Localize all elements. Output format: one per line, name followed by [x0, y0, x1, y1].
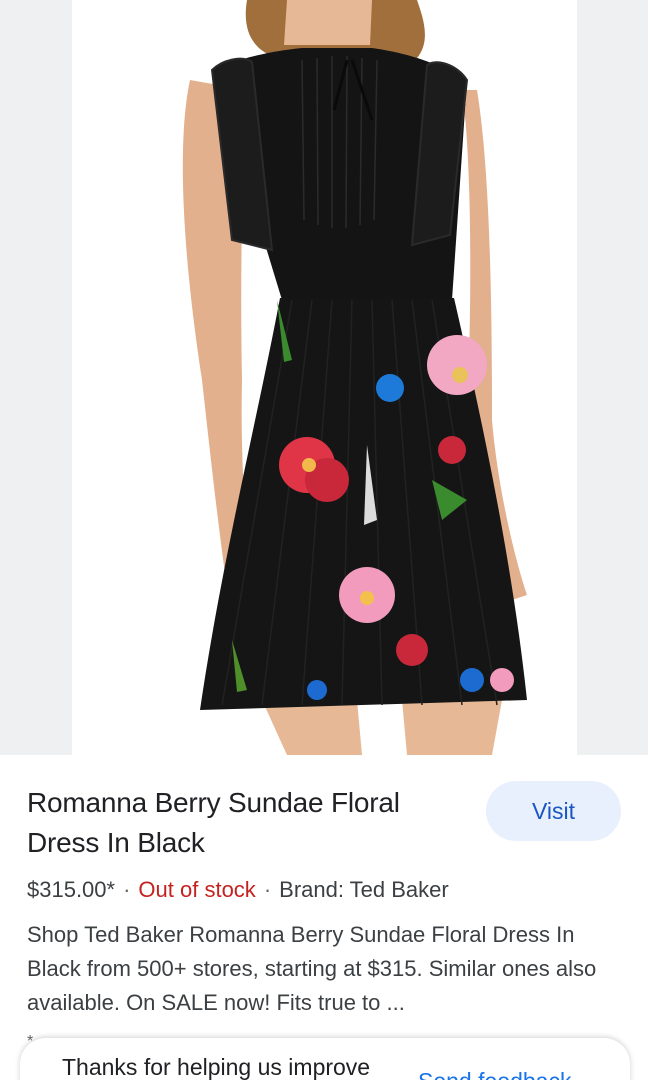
visit-button[interactable]: Visit — [486, 781, 621, 841]
separator-dot: · — [263, 877, 272, 902]
shopping-result-page: Romanna Berry Sundae Floral Dress In Bla… — [0, 0, 648, 1080]
stock-status: Out of stock — [138, 877, 256, 902]
feedback-prompt: Thanks for helping us improve — [62, 1054, 371, 1080]
dress-illustration — [182, 0, 527, 755]
product-description: Shop Ted Baker Romanna Berry Sundae Flor… — [27, 922, 597, 1015]
product-image[interactable] — [72, 0, 577, 755]
product-meta: $315.00* · Out of stock · Brand: Ted Baker — [27, 877, 627, 903]
product-image-area[interactable] — [0, 0, 648, 755]
price: $315.00* — [27, 877, 116, 902]
send-feedback-link[interactable]: Send feedback — [418, 1068, 571, 1080]
brand: Brand: Ted Baker — [279, 877, 449, 902]
product-title[interactable]: Romanna Berry Sundae Floral Dress In Bla… — [27, 783, 457, 863]
product-info: Romanna Berry Sundae Floral Dress In Bla… — [0, 755, 648, 1080]
separator-dot: · — [123, 877, 131, 902]
feedback-sheet: Thanks for helping us improve Send feedb… — [20, 1038, 630, 1080]
